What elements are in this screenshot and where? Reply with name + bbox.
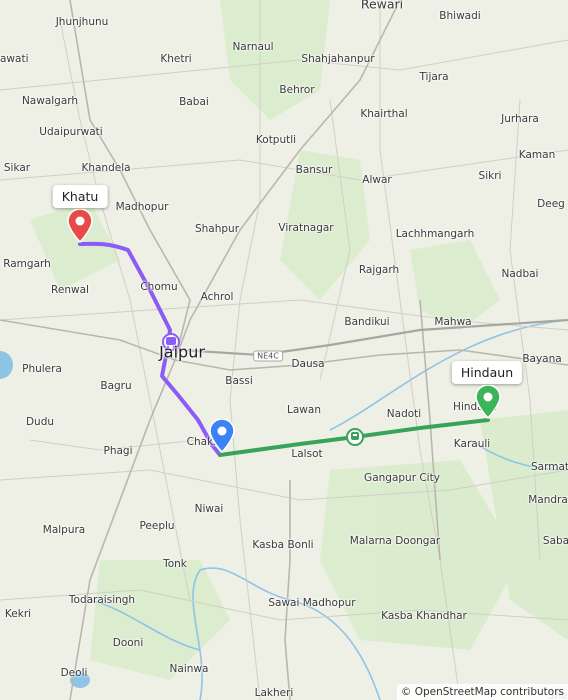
destination-marker[interactable] (474, 384, 502, 423)
destination-label[interactable]: Hindaun (451, 361, 523, 384)
place-label: Phagi (103, 445, 133, 457)
place-label: Bansur (295, 164, 333, 176)
place-label: Viratnagar (278, 222, 334, 234)
place-label: Tonk (163, 558, 187, 570)
place-label: Tijara (419, 71, 449, 83)
place-label: Babai (179, 96, 209, 108)
map-pin-icon (209, 418, 235, 454)
place-label: Kaman (518, 149, 556, 161)
place-label: Nadbai (501, 268, 539, 280)
place-label: Renwal (51, 284, 89, 296)
place-label: Dooni (112, 637, 144, 649)
map-pin-icon (67, 208, 93, 244)
place-label: Narnaul (232, 41, 274, 53)
origin-label[interactable]: Khatu (52, 185, 108, 208)
place-label: Sawai Madhopur (268, 597, 356, 609)
place-label: Bhiwadi (439, 10, 481, 22)
place-label: Shahpur (194, 223, 240, 235)
place-label: Kasba Khandhar (381, 610, 467, 622)
place-label: Bassi (225, 375, 253, 387)
place-label: Khairthal (360, 108, 408, 120)
place-label: Ramgarh (3, 258, 51, 270)
place-label: Chomu (140, 281, 178, 293)
place-label: Saba (542, 535, 568, 547)
place-label: Lachhmangarh (395, 228, 475, 240)
place-label: Jhunjhunu (55, 16, 109, 28)
place-label: Rajgarh (358, 264, 400, 276)
place-label: Deoli (60, 667, 88, 679)
place-label: Mandra (528, 494, 568, 506)
place-label: Mahwa (434, 316, 472, 328)
place-label: Nawalgarh (21, 95, 79, 107)
place-label: Kotputli (255, 134, 297, 146)
highway-shield: NE4C (253, 350, 283, 362)
place-label: Rewari (360, 0, 404, 12)
place-label: Peeplu (139, 520, 175, 532)
place-label: Karauli (453, 438, 491, 450)
origin-marker[interactable] (66, 208, 94, 247)
place-label: Deeg (537, 198, 565, 210)
place-label: Lawan (287, 404, 321, 416)
place-label: Jaipur (159, 342, 205, 362)
place-label: Bayana (522, 353, 562, 365)
place-label: Sarmat (530, 461, 568, 473)
train-icon (346, 428, 364, 446)
place-label: Shahjahanpur (301, 53, 375, 65)
place-label: Kekri (4, 608, 32, 620)
place-label: awati (0, 53, 29, 65)
place-label: Malpura (42, 524, 86, 536)
place-label: Dudu (25, 416, 55, 428)
place-label: Lalsot (291, 448, 323, 460)
place-label: Phulera (22, 363, 62, 375)
place-label: Behror (279, 84, 315, 96)
place-label: Nainwa (169, 663, 209, 675)
place-label: Niwai (194, 503, 224, 515)
place-label: Sikar (3, 162, 31, 174)
place-label: Lakheri (254, 687, 294, 699)
place-label: Gangapur City (364, 472, 440, 484)
map-attribution[interactable]: © OpenStreetMap contributors (396, 684, 568, 700)
map-canvas[interactable]: Rewari Bhiwadi Jhunjhunu Tijara awati Narnaul… (0, 0, 568, 700)
place-label: Bagru (100, 380, 132, 392)
place-label: Dausa (291, 358, 325, 370)
map-pin-icon (475, 384, 501, 420)
place-label: Khetri (160, 53, 192, 65)
current-location-marker[interactable] (208, 418, 236, 457)
place-label: Nadoti (386, 408, 422, 420)
place-label: Madhopur (115, 201, 169, 213)
place-label: Malarna Doongar (349, 535, 441, 547)
place-label: Khandela (81, 162, 131, 174)
place-label: Udaipurwati (39, 126, 103, 138)
place-label: Bandikui (344, 316, 390, 328)
place-label: Alwar (362, 174, 392, 186)
place-label: Jurhara (501, 113, 539, 125)
place-label: Todaraisingh (68, 594, 136, 606)
place-label: Achrol (200, 291, 234, 303)
place-label: Kasba Bonli (252, 539, 314, 551)
place-label: Sikri (478, 170, 502, 182)
